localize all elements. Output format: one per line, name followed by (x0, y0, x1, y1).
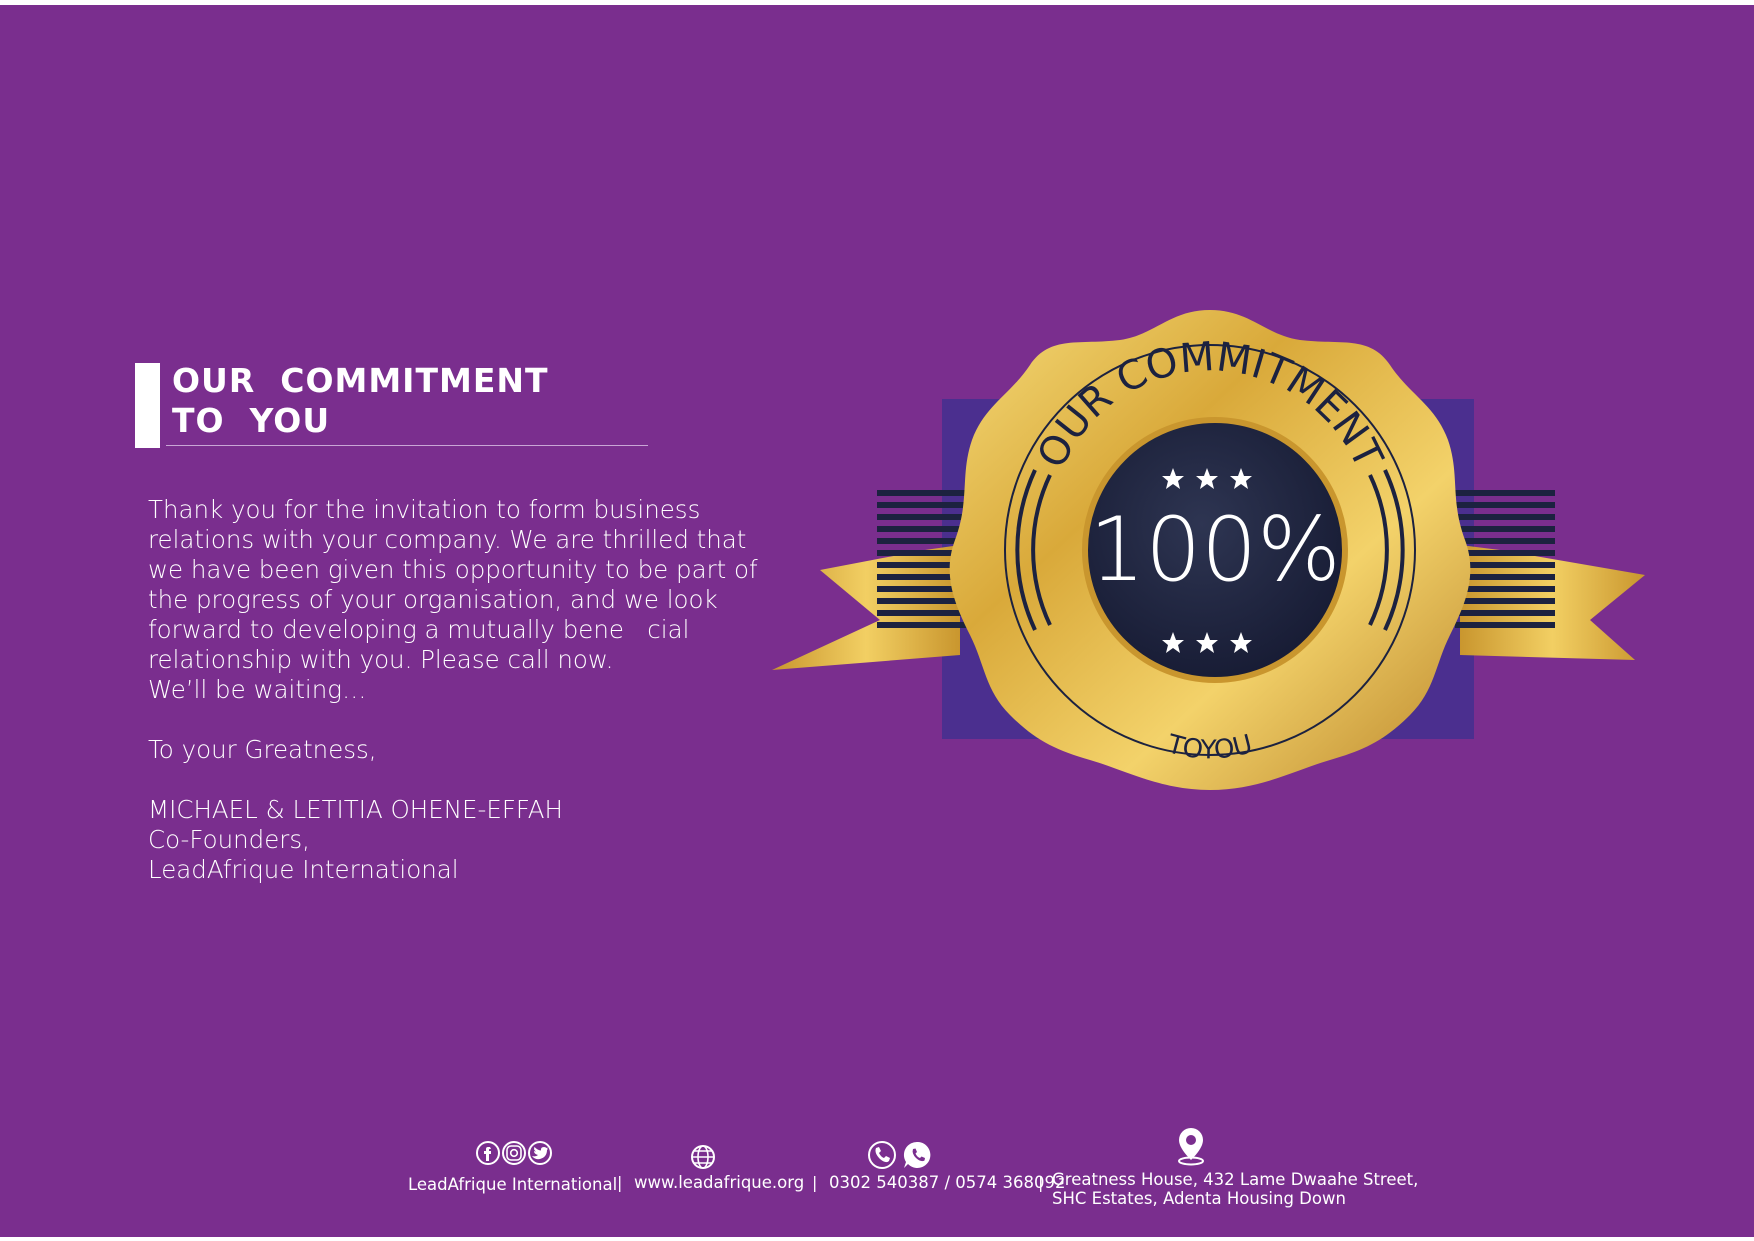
body-line: relations with your company. We are thri… (148, 525, 747, 554)
page-title: OUR COMMITMENT TO YOU (172, 361, 549, 441)
whatsapp-icon (903, 1141, 931, 1168)
body-line: the progress of your organisation, and w… (148, 585, 718, 614)
footer-website-link[interactable]: www.leadafrique.org (634, 1173, 804, 1192)
instagram-icon (502, 1141, 526, 1165)
footer-address-line-1: Greatness House, 432 Lame Dwaahe Street, (1052, 1170, 1419, 1189)
page: OUR COMMITMENT TO YOU Thank you for the … (0, 5, 1754, 1237)
phone-icon (868, 1141, 896, 1169)
contact-icons (868, 1141, 931, 1169)
globe-icon (691, 1145, 715, 1169)
body-line: We’ll be waiting… (148, 675, 367, 704)
signature-org: LeadAfrique International (148, 855, 459, 884)
body-line: relationship with you. Please call now. (148, 645, 614, 674)
heading-accent-bar (135, 363, 160, 448)
facebook-icon (476, 1141, 500, 1165)
title-underline (166, 445, 648, 446)
title-line-1: OUR COMMITMENT (172, 361, 549, 400)
body-line: forward to developing a mutually bene ci… (148, 615, 690, 644)
commitment-seal-badge: 100% OUR COMMITMENT TOYOU (772, 310, 1645, 790)
title-line-2: TO YOU (172, 401, 331, 440)
body-line: we have been given this opportunity to b… (148, 555, 758, 584)
location-pin-icon (1178, 1128, 1204, 1166)
salutation: To your Greatness, (148, 735, 377, 764)
footer-phone-numbers[interactable]: 0302 540387 / 0574 368092 (829, 1173, 1066, 1192)
footer-separator: | (812, 1173, 818, 1192)
letter-body: Thank you for the invitation to form bus… (148, 495, 758, 885)
footer-social-label: LeadAfrique International (408, 1175, 618, 1194)
seal-percent: 100% (1089, 498, 1341, 601)
social-icons (476, 1141, 552, 1165)
footer-address-line-2: SHC Estates, Adenta Housing Down (1052, 1189, 1346, 1208)
body-line: Thank you for the invitation to form bus… (148, 495, 701, 524)
twitter-icon (528, 1141, 552, 1165)
signature-role: Co-Founders, (148, 825, 310, 854)
footer-separator: | (617, 1173, 623, 1192)
footer-separator: | (1038, 1173, 1044, 1192)
signature-names: MICHAEL & LETITIA OHENE-EFFAH (148, 795, 563, 824)
